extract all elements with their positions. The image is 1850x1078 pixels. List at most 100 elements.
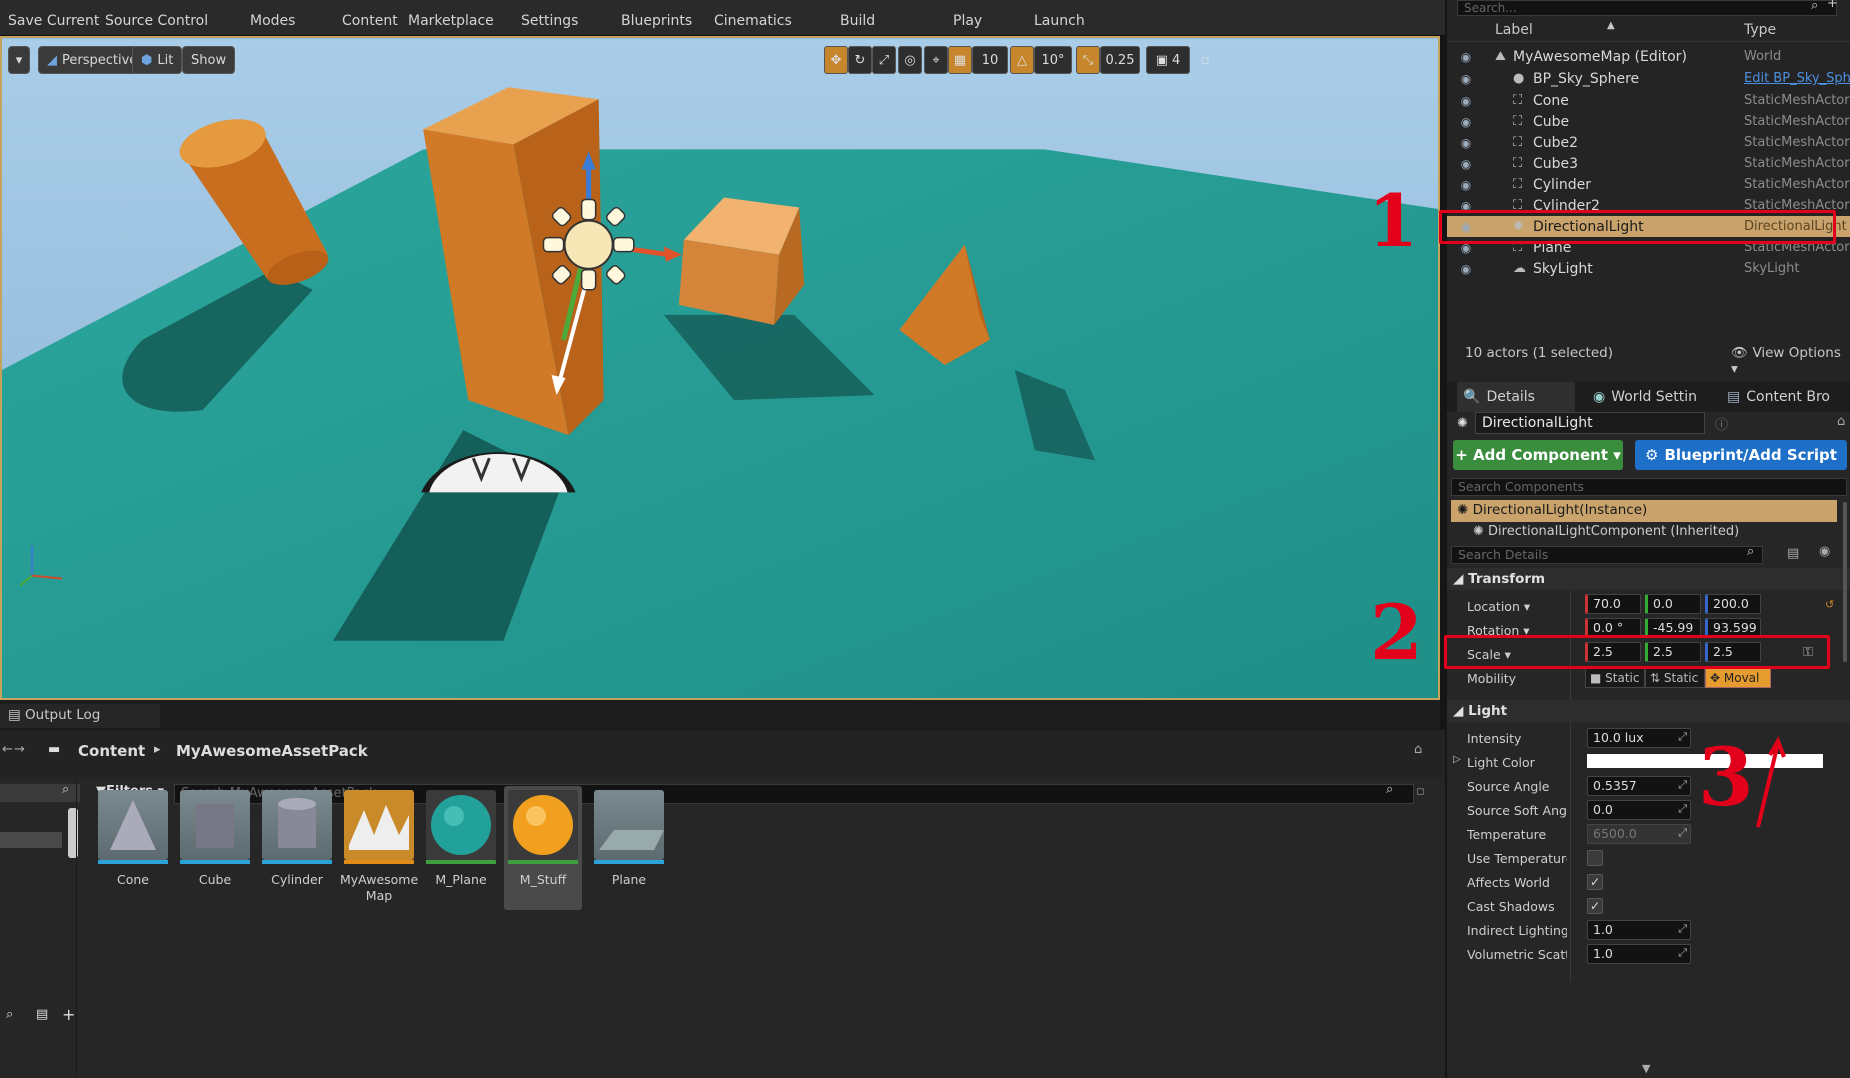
level-viewport[interactable]: ▾ ◢ Perspective ⬢ Lit Show ✥ ↻ ⤢ ◎ ⌖ ▦ 10 …	[0, 36, 1440, 700]
scale-snap-icon[interactable]: ⤡	[1076, 46, 1100, 74]
visibility-eye-icon[interactable]: ◉	[1457, 136, 1475, 150]
add-collection-icon[interactable]: +	[62, 1005, 75, 1024]
use-temperature-checkbox[interactable]	[1587, 850, 1603, 866]
location-z-field[interactable]: 200.0	[1705, 594, 1761, 614]
outliner-search-input[interactable]: Search...	[1457, 0, 1837, 16]
light-property-field[interactable]: 1.0 ⤢	[1587, 944, 1691, 964]
visibility-eye-icon[interactable]: ◉	[1457, 50, 1475, 64]
visibility-eye-icon[interactable]: ◉	[1457, 94, 1475, 108]
forward-icon[interactable]: →	[14, 742, 25, 757]
asset-tile[interactable]: Cube	[176, 786, 254, 910]
build-button[interactable]: Build	[840, 0, 875, 34]
sources-tree-item[interactable]	[0, 832, 62, 848]
marketplace-button[interactable]: Marketplace	[408, 0, 494, 34]
path-root[interactable]: Content	[78, 742, 145, 760]
save-current-button[interactable]: Save Current	[8, 0, 99, 34]
show-button[interactable]: Show	[182, 46, 236, 74]
outliner-row[interactable]: ◉ ☁ SkyLight SkyLight	[1447, 258, 1850, 279]
rotation-snap-value[interactable]: 10°	[1034, 46, 1072, 74]
path-folder[interactable]: MyAwesomeAssetPack	[176, 742, 368, 760]
launch-button[interactable]: Launch	[1034, 0, 1085, 34]
drag-icon[interactable]: ⤢	[1678, 802, 1687, 816]
help-icon[interactable]: ⓘ	[1715, 414, 1728, 433]
viewport-menu-button[interactable]: ▾	[8, 46, 30, 74]
drag-icon[interactable]: ⤢	[1678, 922, 1687, 936]
mobility-movable-button[interactable]: ✥ Moval	[1705, 668, 1771, 688]
lock-icon[interactable]: ⌂	[1837, 414, 1845, 429]
rotate-tool-icon[interactable]: ↻	[848, 46, 872, 74]
scale-snap-value[interactable]: 0.25	[1100, 46, 1140, 74]
reset-icon[interactable]: ↺	[1825, 598, 1834, 611]
search-components-input[interactable]: Search Components	[1451, 478, 1847, 496]
location-y-field[interactable]: 0.0	[1645, 594, 1701, 614]
view-options-button[interactable]: 👁 View Options ▾	[1731, 345, 1850, 377]
light-property-field[interactable]: 1.0 ⤢	[1587, 920, 1691, 940]
asset-tile[interactable]: Plane	[590, 786, 668, 910]
outliner-row[interactable]: ◉ ● BP_Sky_Sphere Edit BP_Sky_Sphere	[1447, 68, 1850, 89]
grid-snap-icon[interactable]: ▦	[948, 46, 972, 74]
outliner-row-type[interactable]: Edit BP_Sky_Sphere	[1744, 71, 1850, 86]
content-button[interactable]: Content	[342, 0, 398, 34]
visibility-eye-icon[interactable]: ◉	[1457, 157, 1475, 171]
drag-icon[interactable]: ⤢	[1678, 730, 1687, 744]
expand-icon[interactable]: ▷	[1453, 754, 1461, 765]
play-button[interactable]: Play	[953, 0, 982, 34]
label-column-header[interactable]: Label	[1495, 22, 1533, 38]
blueprints-button[interactable]: Blueprints	[621, 0, 692, 34]
modes-button[interactable]: Modes	[250, 0, 295, 34]
perspective-button[interactable]: ◢ Perspective	[38, 46, 147, 74]
outliner-row[interactable]: ◉ ⛰ MyAwesomeMap (Editor) World	[1447, 46, 1850, 67]
scroll-down-icon[interactable]: ▼	[1642, 1062, 1650, 1075]
light-property-field[interactable]: 6500.0 ⤢	[1587, 824, 1691, 844]
search-details-input[interactable]: Search Details	[1451, 546, 1763, 564]
outliner-row[interactable]: ◉ ⛶ Cube StaticMeshActor	[1447, 111, 1850, 132]
back-icon[interactable]: ←	[2, 742, 13, 757]
drag-icon[interactable]: ⤢	[1678, 946, 1687, 960]
light-section-header[interactable]: ◢ Light	[1447, 700, 1850, 722]
asset-tile[interactable]: Cylinder	[258, 786, 336, 910]
actor-name-input[interactable]: DirectionalLight	[1475, 412, 1705, 434]
asset-tile-selected[interactable]: M_Stuff	[504, 786, 582, 910]
outliner-row[interactable]: ◉ ⛶ Cylinder StaticMeshActor	[1447, 174, 1850, 195]
list-view-icon[interactable]: ▤	[1787, 546, 1799, 561]
search-toggle-icon[interactable]: ⌕	[6, 1007, 13, 1022]
world-space-icon[interactable]: ◎	[898, 46, 922, 74]
component-instance-row[interactable]: ✺ DirectionalLight(Instance)	[1451, 500, 1837, 522]
drag-icon[interactable]: ⤢	[1678, 826, 1687, 840]
maximize-icon[interactable]: ▫	[1194, 46, 1216, 74]
tab-world-settings[interactable]: ◉ World Settin	[1593, 382, 1697, 412]
light-property-field[interactable]: 0.5357 ⤢	[1587, 776, 1691, 796]
surface-snap-icon[interactable]: ⌖	[924, 46, 948, 74]
tab-details[interactable]: 🔍 Details	[1457, 382, 1575, 412]
source-control-button[interactable]: Source Control	[105, 0, 208, 34]
camera-speed-button[interactable]: ▣ 4	[1146, 46, 1190, 74]
affects-world-checkbox[interactable]: ✓	[1587, 874, 1603, 890]
drag-icon[interactable]: ⤢	[1678, 778, 1687, 792]
save-search-icon[interactable]: ▫	[1416, 784, 1425, 799]
light-property-field[interactable]: 10.0 lux ⤢	[1587, 728, 1691, 748]
rotation-snap-icon[interactable]: △	[1010, 46, 1034, 74]
scale-tool-icon[interactable]: ⤢	[872, 46, 896, 74]
outliner-row[interactable]: ◉ ⛶ Cube3 StaticMeshActor	[1447, 153, 1850, 174]
asset-tile[interactable]: M_Plane	[422, 786, 500, 910]
details-scrollbar[interactable]	[1843, 502, 1847, 662]
lock-content-icon[interactable]: ⌂	[1414, 742, 1422, 757]
tab-output-log[interactable]: ▤ Output Log	[0, 704, 160, 728]
add-component-button[interactable]: + Add Component ▾	[1453, 440, 1623, 470]
grid-snap-value[interactable]: 10	[972, 46, 1008, 74]
outliner-row[interactable]: ◉ ⛶ Cube2 StaticMeshActor	[1447, 132, 1850, 153]
component-row[interactable]: ✺ DirectionalLightComponent (Inherited)	[1473, 524, 1833, 540]
location-label[interactable]: Location ▾	[1467, 599, 1530, 614]
light-property-field[interactable]: 0.0 ⤢	[1587, 800, 1691, 820]
visibility-icon[interactable]: ◉	[1819, 544, 1830, 559]
asset-tile[interactable]: MyAwesome Map	[340, 786, 418, 910]
mobility-static-button[interactable]: ■ Static	[1585, 668, 1645, 688]
visibility-eye-icon[interactable]: ◉	[1457, 72, 1475, 86]
outliner-row[interactable]: ◉ ⛶ Cone StaticMeshActor	[1447, 90, 1850, 111]
add-icon[interactable]: +	[1827, 0, 1838, 11]
mobility-stationary-button[interactable]: ⇅ Static	[1645, 668, 1705, 688]
translate-tool-icon[interactable]: ✥	[824, 46, 848, 74]
visibility-eye-icon[interactable]: ◉	[1457, 178, 1475, 192]
cast-shadows-checkbox[interactable]: ✓	[1587, 898, 1603, 914]
tab-content-browser[interactable]: ▤ Content Bro	[1727, 382, 1830, 412]
